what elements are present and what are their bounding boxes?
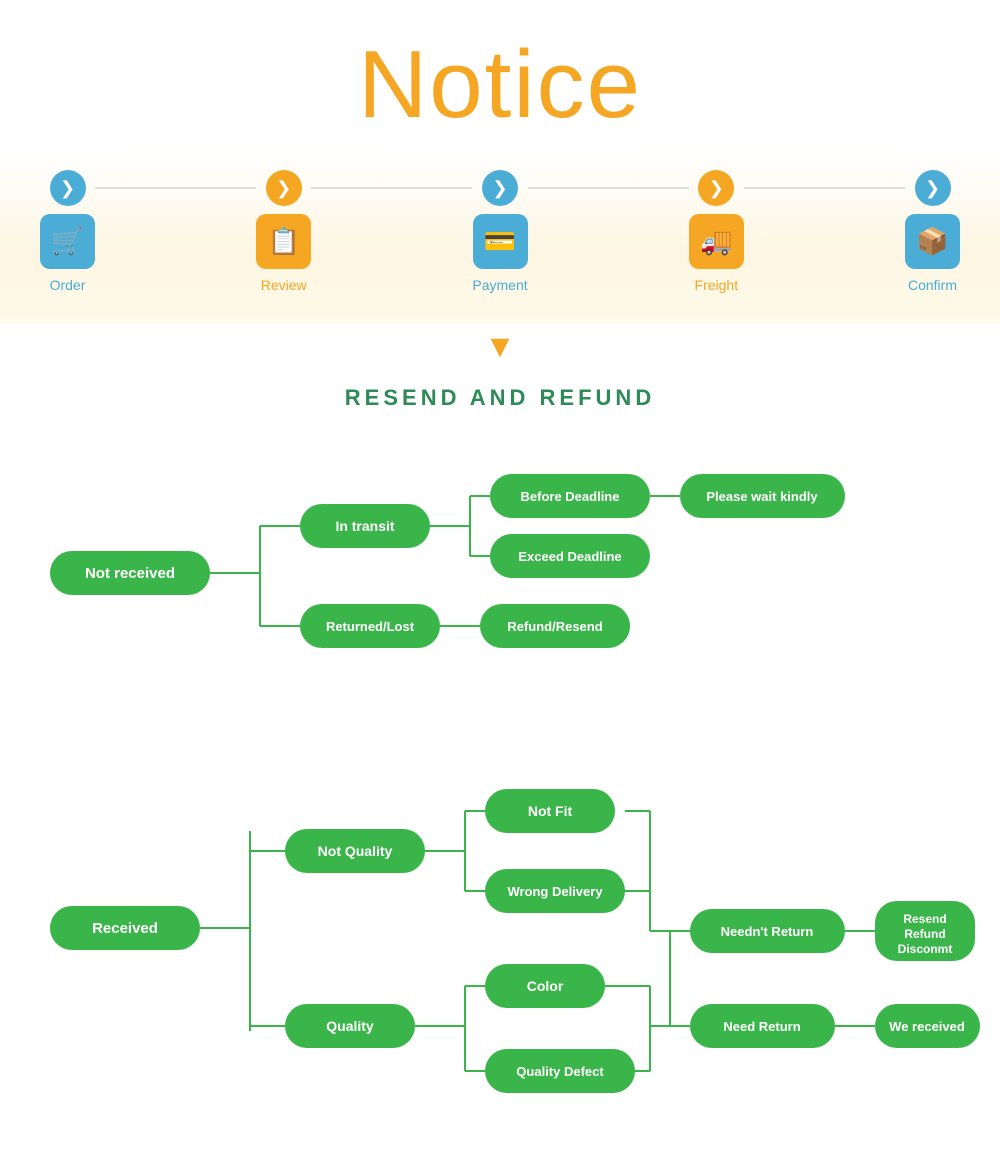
svg-text:Wrong Delivery: Wrong Delivery	[507, 884, 603, 899]
step-confirm: ❯ 📦 Confirm	[905, 170, 960, 293]
svg-text:Refund/Resend: Refund/Resend	[507, 619, 602, 634]
not-received-label: Not received	[85, 565, 175, 582]
section-title: RESEND AND REFUND	[0, 385, 1000, 411]
step-order-label: Order	[50, 277, 86, 293]
step-freight: ❯ 🚚 Freight	[689, 170, 744, 293]
process-steps: ❯ 🛒 Order ❯ 📋 Review ❯ 💳 Payment ❯ 🚚 Fre…	[0, 170, 1000, 293]
svg-text:Resend: Resend	[903, 912, 946, 926]
page-title: Notice	[0, 0, 1000, 150]
svg-text:Quality: Quality	[326, 1018, 374, 1034]
svg-text:We received: We received	[889, 1019, 965, 1034]
step-confirm-icon: 📦	[905, 214, 960, 269]
svg-text:Not Quality: Not Quality	[318, 843, 393, 859]
step-review-arrow: ❯	[266, 170, 302, 206]
flow-diagram-1: Not received In transit Before Deadline …	[0, 441, 1000, 731]
svg-text:Color: Color	[527, 978, 564, 994]
flow-svg-1: Not received In transit Before Deadline …	[20, 441, 980, 691]
step-review-label: Review	[261, 277, 307, 293]
svg-text:Exceed Deadline: Exceed Deadline	[518, 549, 621, 564]
step-order-arrow: ❯	[50, 170, 86, 206]
connector-1	[95, 187, 256, 189]
step-payment-label: Payment	[472, 277, 527, 293]
svg-text:Quality Defect: Quality Defect	[516, 1064, 604, 1079]
flow-diagram-2: Received Not Quality Not Fit Wrong Deliv…	[0, 731, 1000, 1161]
step-order: ❯ 🛒 Order	[40, 170, 95, 293]
svg-text:Needn't Return: Needn't Return	[721, 924, 814, 939]
process-section: ❯ 🛒 Order ❯ 📋 Review ❯ 💳 Payment ❯ 🚚 Fre…	[0, 150, 1000, 323]
flow-svg-2: Received Not Quality Not Fit Wrong Deliv…	[20, 731, 980, 1121]
step-confirm-arrow: ❯	[915, 170, 951, 206]
svg-text:Before Deadline: Before Deadline	[521, 489, 620, 504]
svg-text:Disconmt: Disconmt	[898, 942, 953, 956]
step-confirm-label: Confirm	[908, 277, 957, 293]
svg-text:Returned/Lost: Returned/Lost	[326, 619, 415, 634]
step-payment: ❯ 💳 Payment	[472, 170, 527, 293]
step-review-icon: 📋	[256, 214, 311, 269]
connector-3	[528, 187, 689, 189]
step-order-icon: 🛒	[40, 214, 95, 269]
arrow-down: ▼	[0, 328, 1000, 365]
step-payment-arrow: ❯	[482, 170, 518, 206]
svg-text:In transit: In transit	[335, 518, 394, 534]
svg-text:Refund: Refund	[904, 927, 945, 941]
svg-text:Received: Received	[92, 920, 158, 937]
svg-text:Not Fit: Not Fit	[528, 803, 573, 819]
step-payment-icon: 💳	[473, 214, 528, 269]
step-freight-arrow: ❯	[698, 170, 734, 206]
step-freight-icon: 🚚	[689, 214, 744, 269]
step-freight-label: Freight	[695, 277, 739, 293]
step-review: ❯ 📋 Review	[256, 170, 311, 293]
svg-text:Please wait kindly: Please wait kindly	[706, 489, 818, 504]
connector-4	[744, 187, 905, 189]
svg-text:Need Return: Need Return	[723, 1019, 800, 1034]
connector-2	[311, 187, 472, 189]
